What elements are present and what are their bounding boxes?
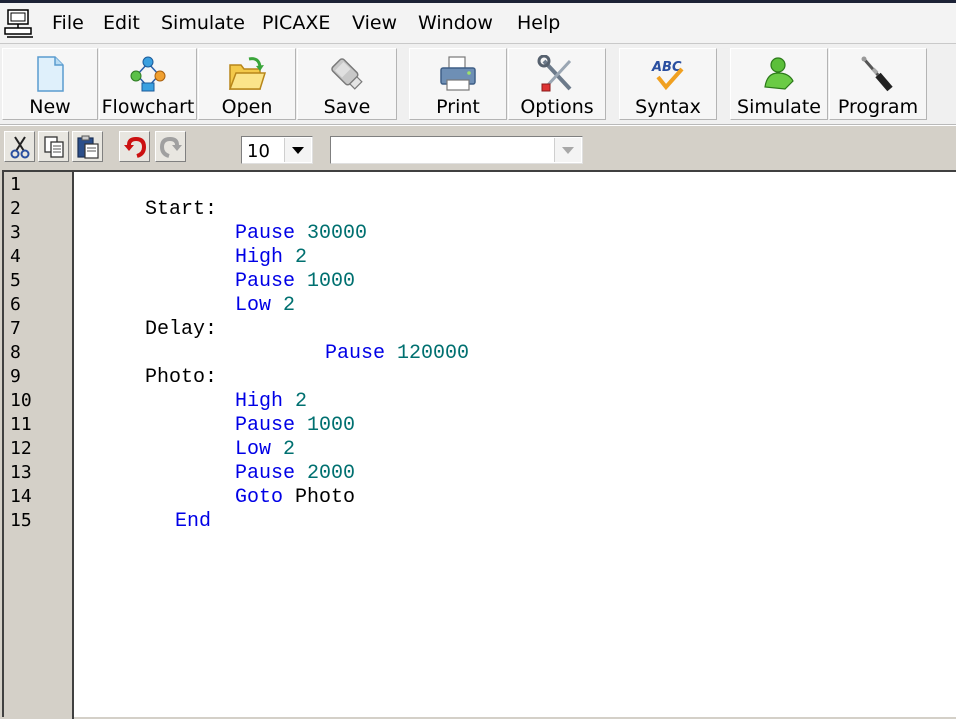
paste-button[interactable] bbox=[72, 131, 103, 162]
line-number: 14 bbox=[10, 486, 32, 507]
syntax-button[interactable]: ABC Syntax bbox=[619, 48, 717, 120]
menu-file[interactable]: File bbox=[52, 11, 84, 35]
font-name-dropdown-button[interactable] bbox=[554, 138, 581, 162]
undo-button[interactable] bbox=[119, 131, 150, 162]
code-editor[interactable]: 1 2 3 4 5 6 7 8 9 10 11 12 13 14 15 Star… bbox=[2, 170, 956, 719]
line-number: 3 bbox=[10, 222, 21, 243]
code-line: Goto Photo bbox=[187, 462, 355, 534]
menu-simulate[interactable]: Simulate bbox=[161, 11, 245, 35]
options-label: Options bbox=[520, 96, 594, 118]
syntax-label: Syntax bbox=[635, 96, 701, 118]
code-argument: Photo bbox=[295, 486, 356, 509]
line-number: 12 bbox=[10, 438, 32, 459]
program-button[interactable]: Program bbox=[829, 48, 927, 120]
code-label: Delay: bbox=[145, 318, 218, 341]
line-number: 11 bbox=[10, 414, 32, 435]
printer-icon bbox=[440, 56, 476, 91]
line-number-gutter: 1 2 3 4 5 6 7 8 9 10 11 12 13 14 15 bbox=[4, 172, 74, 719]
format-toolbar: 10 bbox=[0, 125, 956, 171]
menu-picaxe[interactable]: PICAXE bbox=[262, 11, 330, 35]
open-button[interactable]: Open bbox=[198, 48, 296, 120]
code-keyword: Pause bbox=[325, 342, 386, 365]
line-number: 2 bbox=[10, 198, 21, 219]
new-label: New bbox=[29, 96, 71, 118]
flowchart-icon bbox=[130, 56, 166, 92]
font-name-select[interactable] bbox=[330, 136, 583, 164]
menu-help[interactable]: Help bbox=[517, 11, 560, 35]
chevron-down-icon bbox=[562, 147, 574, 154]
line-number: 10 bbox=[10, 390, 32, 411]
simulate-button[interactable]: Simulate bbox=[730, 48, 828, 120]
redo-button[interactable] bbox=[155, 131, 186, 162]
audio-jack-cable-icon bbox=[861, 56, 893, 92]
program-label: Program bbox=[837, 96, 919, 118]
line-number: 13 bbox=[10, 462, 32, 483]
save-label: Save bbox=[323, 96, 371, 118]
code-argument: 1000 bbox=[307, 414, 356, 437]
line-number: 5 bbox=[10, 270, 21, 291]
user-figure-icon bbox=[764, 57, 794, 90]
line-number: 6 bbox=[10, 294, 21, 315]
app-computer-icon[interactable] bbox=[3, 8, 39, 40]
spellcheck-icon: ABC bbox=[651, 60, 684, 91]
usb-drive-icon bbox=[331, 58, 363, 90]
line-number: 15 bbox=[10, 510, 32, 531]
code-argument: 2 bbox=[283, 294, 296, 317]
open-folder-icon bbox=[228, 57, 267, 90]
print-button[interactable]: Print bbox=[409, 48, 507, 120]
main-toolbar: New Flowchart Open Save Print Options AB… bbox=[0, 44, 956, 125]
cut-button[interactable] bbox=[4, 131, 35, 162]
font-size-value: 10 bbox=[247, 141, 270, 162]
new-document-icon bbox=[37, 56, 64, 92]
line-number: 4 bbox=[10, 246, 21, 267]
code-keyword: Goto bbox=[235, 486, 284, 509]
print-label: Print bbox=[436, 96, 480, 118]
menu-window[interactable]: Window bbox=[418, 11, 493, 35]
menu-view[interactable]: View bbox=[352, 11, 397, 35]
scissors-icon bbox=[10, 136, 30, 159]
menu-edit[interactable]: Edit bbox=[103, 11, 140, 35]
redo-arrow-icon bbox=[159, 136, 182, 158]
code-argument: 120000 bbox=[397, 342, 470, 365]
line-number: 7 bbox=[10, 318, 21, 339]
tools-icon bbox=[537, 55, 572, 92]
simulate-label: Simulate bbox=[737, 96, 821, 118]
new-button[interactable]: New bbox=[2, 48, 98, 120]
flowchart-label: Flowchart bbox=[101, 96, 195, 118]
line-number: 1 bbox=[10, 174, 21, 195]
code-line: End bbox=[127, 486, 211, 558]
code-keyword: Low bbox=[235, 294, 272, 317]
code-argument: 1000 bbox=[307, 270, 356, 293]
save-button[interactable]: Save bbox=[297, 48, 397, 120]
open-label: Open bbox=[221, 96, 273, 118]
undo-arrow-icon bbox=[124, 136, 147, 158]
code-argument: 30000 bbox=[307, 222, 368, 245]
line-number: 8 bbox=[10, 342, 21, 363]
clipboard-paste-icon bbox=[77, 135, 99, 159]
font-size-dropdown-button[interactable] bbox=[284, 138, 311, 162]
line-number: 9 bbox=[10, 366, 21, 387]
menu-bar: File Edit Simulate PICAXE View Window He… bbox=[0, 3, 956, 44]
chevron-down-icon bbox=[292, 147, 304, 154]
options-button[interactable]: Options bbox=[508, 48, 606, 120]
copy-icon bbox=[44, 136, 64, 158]
code-keyword: End bbox=[175, 510, 212, 533]
flowchart-button[interactable]: Flowchart bbox=[99, 48, 197, 120]
copy-button[interactable] bbox=[38, 131, 69, 162]
font-size-select[interactable]: 10 bbox=[241, 136, 313, 164]
